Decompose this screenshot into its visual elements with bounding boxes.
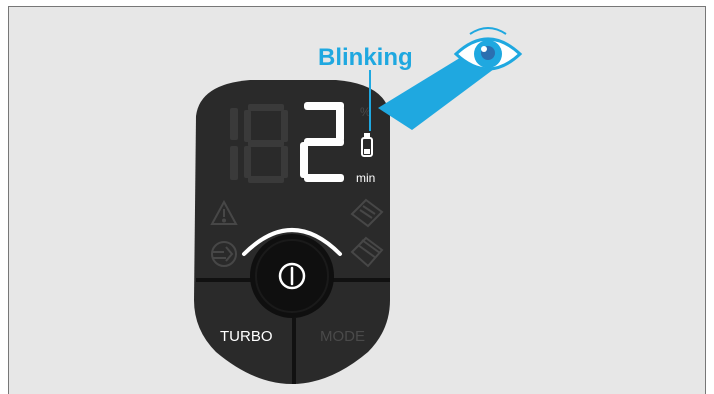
- unit-label: min: [356, 171, 375, 185]
- eye-icon: [453, 27, 523, 71]
- power-button[interactable]: [250, 234, 334, 318]
- mode-button[interactable]: MODE: [320, 328, 365, 345]
- control-panel-diagram: 2 % min TURBO MODE Blinking: [0, 0, 523, 384]
- turbo-button[interactable]: TURBO: [220, 328, 273, 345]
- digit-value-text: 2: [0, 0, 1, 1]
- callout-label: Blinking: [318, 44, 413, 71]
- diagram-stage: 2 % min TURBO MODE Blinking: [0, 0, 714, 394]
